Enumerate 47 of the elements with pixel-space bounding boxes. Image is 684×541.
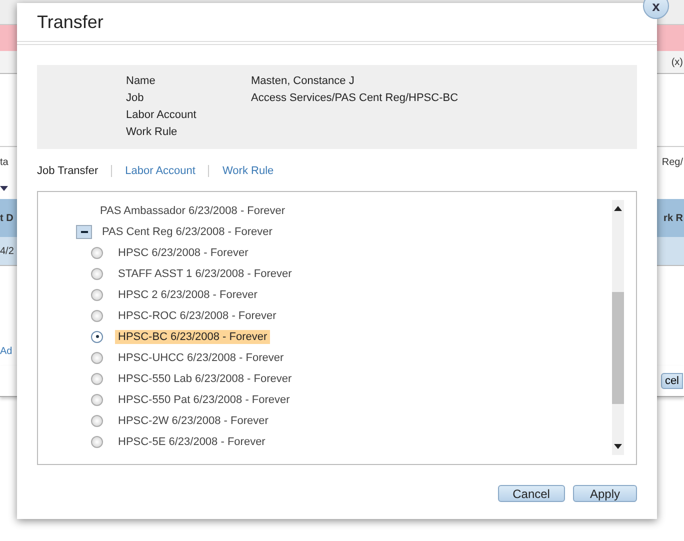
- tree-item[interactable]: STAFF ASST 1 6/23/2008 - Forever: [115, 266, 295, 280]
- radio-button[interactable]: [91, 310, 103, 322]
- field-label: Labor Account: [126, 108, 198, 123]
- tree-item[interactable]: HPSC 2 6/23/2008 - Forever: [115, 288, 260, 302]
- tab[interactable]: Labor Account: [111, 165, 208, 177]
- tree-item[interactable]: HPSC-ROC 6/23/2008 - Forever: [115, 308, 280, 322]
- radio-button[interactable]: [91, 414, 103, 426]
- collapse-icon[interactable]: [76, 224, 92, 238]
- field-label: Work Rule: [126, 125, 178, 140]
- radio-button[interactable]: [91, 436, 103, 448]
- radio-button[interactable]: [91, 268, 103, 280]
- tab[interactable]: Work Rule: [208, 165, 287, 177]
- radio-button[interactable]: [91, 246, 103, 258]
- add-link[interactable]: Ad: [0, 346, 12, 356]
- scrollbar[interactable]: [612, 200, 624, 455]
- radio-button[interactable]: [91, 330, 103, 342]
- tree-item[interactable]: HPSC-550 Lab 6/23/2008 - Forever: [115, 372, 295, 386]
- tree-item[interactable]: HPSC 6/23/2008 - Forever: [115, 246, 252, 260]
- radio-button[interactable]: [91, 288, 103, 300]
- field-value: Masten, Constance J: [251, 74, 356, 89]
- field-value: Access Services/PAS Cent Reg/HPSC-BC: [251, 91, 460, 106]
- close-button[interactable]: x: [643, 0, 669, 19]
- column-header: rk R: [664, 212, 683, 224]
- tab[interactable]: Job Transfer: [37, 165, 112, 177]
- scroll-down-icon[interactable]: [614, 444, 622, 449]
- tree-item[interactable]: HPSC-550 Pat 6/23/2008 - Forever: [115, 392, 293, 406]
- tree-item[interactable]: PAS Ambassador 6/23/2008 - Forever: [100, 204, 286, 216]
- tree-item[interactable]: HPSC-2W 6/23/2008 - Forever: [115, 414, 272, 428]
- radio-button[interactable]: [91, 394, 103, 406]
- caret-icon[interactable]: [0, 186, 8, 190]
- radio-button[interactable]: [91, 352, 103, 364]
- scroll-up-icon[interactable]: [614, 206, 622, 211]
- tree-item[interactable]: HPSC-5E 6/23/2008 - Forever: [115, 434, 268, 448]
- tree-item[interactable]: PAS Cent Reg 6/23/2008 - Forever: [102, 226, 272, 238]
- total-text: (x): [671, 56, 683, 68]
- dialog-button[interactable]: Apply: [572, 485, 637, 502]
- table-cell: 4/2: [0, 246, 14, 256]
- field-label: Name: [126, 74, 156, 89]
- background-button[interactable]: cel: [660, 373, 683, 389]
- path-text: Reg/: [662, 156, 683, 168]
- dialog-button[interactable]: Cancel: [498, 485, 565, 502]
- tree-item[interactable]: HPSC-BC 6/23/2008 - Forever: [115, 330, 270, 344]
- tree-item[interactable]: HPSC-UHCC 6/23/2008 - Forever: [115, 350, 287, 364]
- field-label: Job: [126, 91, 145, 106]
- field-text: ta: [0, 156, 8, 168]
- radio-button[interactable]: [91, 372, 103, 384]
- column-header: t D: [0, 212, 14, 224]
